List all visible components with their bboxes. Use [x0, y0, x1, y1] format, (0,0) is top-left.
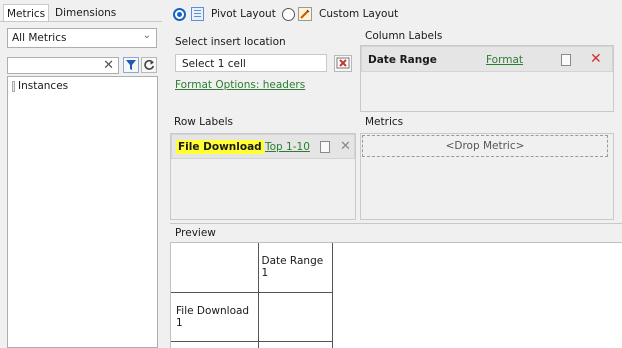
preview-row-header: File Download 1: [171, 292, 259, 342]
column-label-item[interactable]: Date Range Format ✕: [361, 46, 613, 72]
column-labels-zone[interactable]: Date Range Format ✕: [360, 45, 614, 112]
preview-table: Date Range 1 File Download 1: [171, 243, 333, 348]
drop-metric-placeholder[interactable]: <Drop Metric>: [362, 135, 608, 157]
calculator-icon[interactable]: [320, 141, 330, 153]
preview-area: Date Range 1 File Download 1: [170, 242, 622, 348]
preview-separator: [170, 223, 622, 224]
tree-item-label: Instances: [18, 80, 69, 92]
preview-corner-cell: [171, 243, 259, 293]
row-label-item[interactable]: File Download Top 1-10 ✕: [171, 134, 355, 159]
metrics-title: Metrics: [365, 116, 404, 128]
remove-column-icon[interactable]: ✕: [590, 52, 602, 66]
tab-metrics[interactable]: Metrics: [3, 4, 50, 22]
preview-cell-empty: [258, 341, 333, 348]
row-labels-title: Row Labels: [174, 116, 233, 128]
row-top-link[interactable]: Top 1-10: [265, 141, 310, 153]
insert-location-label: Select insert location: [175, 36, 286, 48]
remove-row-icon[interactable]: ✕: [340, 140, 351, 153]
metrics-dropdown[interactable]: All Metrics ⌄: [7, 28, 157, 48]
pivot-layout-radio[interactable]: [173, 8, 186, 21]
preview-col-header: Date Range 1: [258, 243, 333, 293]
format-options-link[interactable]: Format Options: headers: [175, 79, 305, 91]
calculator-icon[interactable]: [561, 54, 571, 66]
custom-layout-label[interactable]: Custom Layout: [319, 8, 398, 20]
search-input[interactable]: ✕: [7, 57, 119, 74]
column-labels-title: Column Labels: [365, 30, 443, 42]
column-label-item-name: Date Range: [368, 54, 437, 66]
filter-icon[interactable]: [123, 57, 139, 73]
custom-layout-icon: [298, 7, 312, 21]
column-format-link[interactable]: Format: [486, 54, 523, 66]
preview-row-empty: [171, 341, 259, 348]
tree-item-instances[interactable]: Instances: [12, 80, 68, 92]
row-label-item-name: File Download: [176, 140, 264, 154]
preview-data-cell: [258, 292, 333, 342]
select-range-icon[interactable]: [334, 55, 352, 72]
pivot-layout-label[interactable]: Pivot Layout: [211, 8, 276, 20]
insert-location-value: Select 1 cell: [182, 58, 246, 70]
metrics-dropdown-value: All Metrics: [12, 32, 67, 44]
pivot-layout-icon: [191, 7, 204, 21]
metric-icon: [12, 80, 15, 92]
metrics-tree: Instances: [7, 76, 158, 348]
drop-metric-text: <Drop Metric>: [445, 140, 525, 152]
row-labels-zone[interactable]: File Download Top 1-10 ✕: [170, 133, 356, 220]
insert-location-input[interactable]: Select 1 cell: [175, 54, 327, 72]
custom-layout-radio[interactable]: [282, 8, 295, 21]
chevron-down-icon: ⌄: [142, 30, 151, 41]
metrics-zone[interactable]: <Drop Metric>: [360, 133, 614, 220]
tab-dimensions[interactable]: Dimensions: [52, 4, 119, 22]
preview-title: Preview: [175, 227, 216, 239]
left-panel-divider: [0, 21, 162, 22]
refresh-icon[interactable]: [141, 57, 157, 73]
clear-search-icon[interactable]: ✕: [103, 58, 114, 73]
